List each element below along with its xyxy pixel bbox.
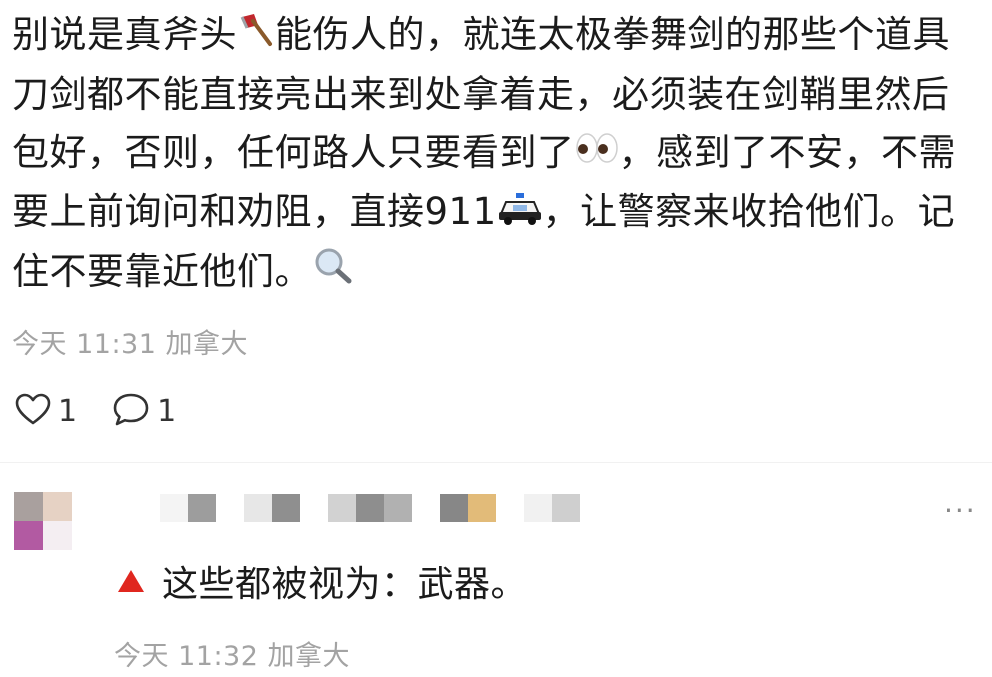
comment-count: 1 bbox=[157, 393, 177, 429]
reply-timestamp: 今天 11:32 bbox=[114, 641, 259, 672]
post-timestamp: 今天 11:31 bbox=[12, 329, 157, 360]
magnifier-icon bbox=[312, 244, 354, 302]
axe-icon bbox=[237, 8, 275, 66]
post-location: 加拿大 bbox=[165, 329, 248, 360]
heart-icon bbox=[14, 392, 52, 430]
red-triangle-icon bbox=[116, 568, 146, 594]
reply-content: 这些都被视为：武器。 bbox=[116, 555, 527, 607]
avatar[interactable] bbox=[14, 492, 72, 550]
more-options-button[interactable]: ··· bbox=[944, 494, 977, 527]
avatar-pixel bbox=[14, 492, 43, 521]
like-button[interactable]: 1 bbox=[14, 392, 77, 430]
divider bbox=[0, 462, 992, 463]
post-actions: 1 1 bbox=[14, 388, 210, 434]
avatar-pixel bbox=[14, 521, 43, 550]
reply-location: 加拿大 bbox=[267, 641, 350, 672]
commenter-name-redacted[interactable] bbox=[160, 494, 580, 522]
post-text-segment: 别说是真斧头 bbox=[12, 13, 237, 56]
comment-bubble-icon bbox=[111, 391, 151, 431]
police-car-icon bbox=[497, 185, 543, 243]
like-count: 1 bbox=[58, 393, 78, 429]
post-meta: 今天 11:31 加拿大 bbox=[12, 322, 248, 361]
reply-text: 这些都被视为：武器。 bbox=[162, 564, 528, 605]
comment-button[interactable]: 1 bbox=[111, 391, 176, 431]
reply-meta: 今天 11:32 加拿大 bbox=[114, 634, 350, 673]
eyes-icon bbox=[575, 125, 619, 183]
avatar-pixel bbox=[43, 521, 72, 550]
post-text: 别说是真斧头 能伤人的，就连太极拳舞剑的那些个道具刀剑都不能直接亮出来到处拿着走，… bbox=[12, 6, 980, 302]
avatar-pixel bbox=[43, 492, 72, 521]
